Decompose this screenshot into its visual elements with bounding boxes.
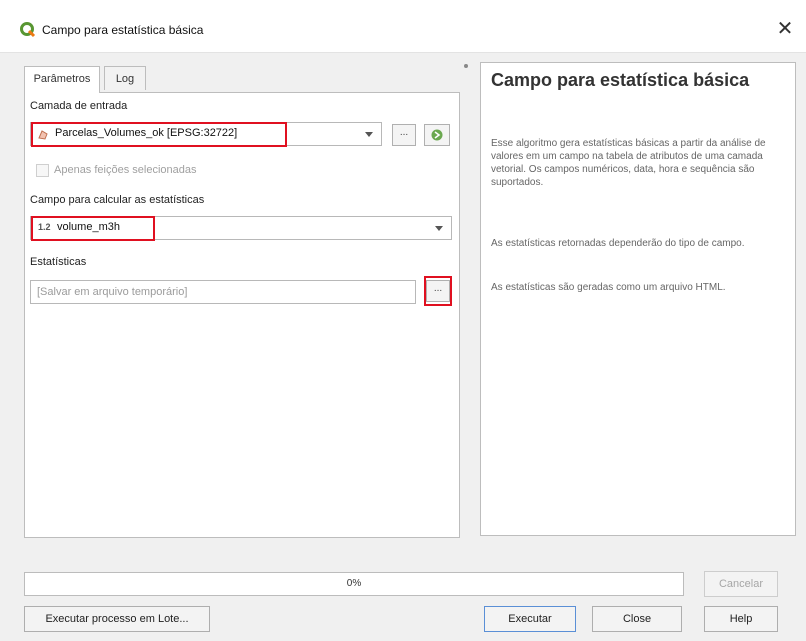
statistics-browse-button[interactable]: ...: [426, 280, 450, 302]
parameters-panel: [24, 92, 460, 538]
progress-text: 0%: [346, 578, 362, 589]
statistics-label: Estatísticas: [30, 256, 87, 268]
help-panel: Campo para estatística básica Esse algor…: [480, 62, 796, 536]
numeric-field-icon: 1.2: [38, 222, 51, 232]
input-layer-label: Camada de entrada: [30, 100, 128, 112]
chevron-down-icon: [435, 226, 443, 231]
field-label: Campo para calcular as estatísticas: [30, 194, 205, 206]
input-layer-browse-button[interactable]: ...: [392, 124, 416, 146]
iterate-icon: [431, 129, 443, 141]
field-value: volume_m3h: [57, 221, 120, 233]
tab-parametros[interactable]: Parâmetros: [24, 66, 100, 93]
progress-bar: 0%: [24, 572, 684, 596]
input-layer-value: Parcelas_Volumes_ok [EPSG:32722]: [55, 127, 238, 139]
chevron-down-icon: [365, 132, 373, 137]
splitter-handle[interactable]: [464, 64, 468, 68]
iterate-layer-button[interactable]: [424, 124, 450, 146]
help-paragraph-1: Esse algoritmo gera estatísticas básicas…: [491, 138, 766, 188]
input-layer-combo[interactable]: Parcelas_Volumes_ok [EPSG:32722]: [30, 122, 382, 146]
field-combo[interactable]: 1.2 volume_m3h: [30, 216, 452, 240]
help-button[interactable]: Help: [704, 606, 778, 632]
help-paragraph-3: As estatísticas são geradas como um arqu…: [491, 282, 726, 293]
batch-process-button[interactable]: Executar processo em Lote...: [24, 606, 210, 632]
window-title: Campo para estatística básica: [42, 23, 204, 37]
qgis-logo-icon: [20, 22, 36, 38]
title-bar: Campo para estatística básica ✕: [0, 0, 806, 53]
help-title: Campo para estatística básica: [491, 70, 750, 90]
statistics-placeholder: [Salvar em arquivo temporário]: [37, 286, 188, 298]
selected-features-checkbox[interactable]: [36, 164, 49, 177]
run-button[interactable]: Executar: [484, 606, 576, 632]
polygon-layer-icon: [38, 130, 48, 140]
statistics-output-field[interactable]: [Salvar em arquivo temporário]: [30, 280, 416, 304]
tab-log[interactable]: Log: [104, 66, 146, 90]
close-icon[interactable]: ✕: [772, 16, 798, 42]
close-button[interactable]: Close: [592, 606, 682, 632]
selected-features-label: Apenas feições selecionadas: [54, 164, 197, 176]
cancel-button[interactable]: Cancelar: [704, 571, 778, 597]
help-paragraph-2: As estatísticas retornadas dependerão do…: [491, 238, 745, 249]
